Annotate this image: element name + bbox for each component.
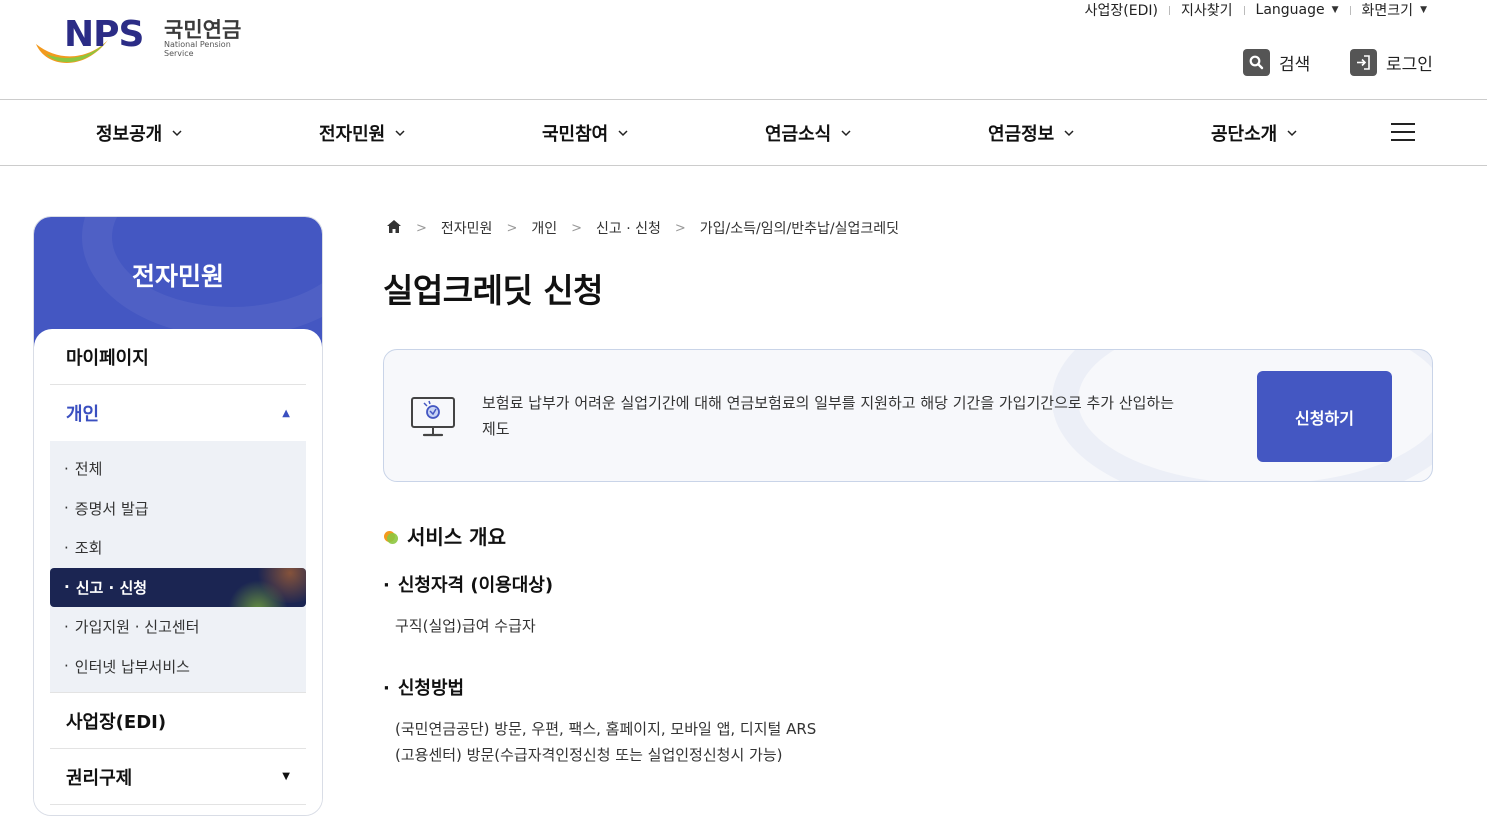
util-font-size-dropdown[interactable]: 화면크기 ▼ — [1362, 0, 1427, 20]
gnb-item-info-disclosure[interactable]: 정보공개 — [96, 100, 182, 165]
caret-up-icon: ▲ — [282, 407, 290, 419]
logo-name-en: National Pension Service — [164, 40, 231, 58]
page-title: 실업크레딧 신청 — [383, 271, 604, 310]
section-title: 서비스 개요 — [383, 521, 506, 550]
site-header: NPS 국민연금 National Pension Service 사업장(ED… — [0, 0, 1487, 100]
sidebar-subitem-label: 신고 · 신청 — [75, 578, 148, 597]
sidebar-subitem-report-apply[interactable]: · 신고 · 신청 — [50, 567, 306, 607]
breadcrumb-item[interactable]: 개인 — [531, 218, 557, 238]
gnb-item-pension-info[interactable]: 연금정보 — [988, 100, 1074, 165]
breadcrumb-item[interactable]: 신고 · 신청 — [596, 218, 661, 238]
service-description: 보험료 납부가 어려운 실업기간에 대해 연금보험료의 일부를 지원하고 해당 … — [482, 394, 1175, 438]
breadcrumb-current: 가입/소득/임의/반추납/실업크레딧 — [699, 221, 899, 237]
sidebar-item-label: 마이페이지 — [66, 347, 149, 369]
monitor-icon — [411, 397, 455, 437]
gnb-item-about[interactable]: 공단소개 — [1211, 100, 1297, 165]
util-divider — [1349, 5, 1351, 15]
gnb-item-label: 연금정보 — [988, 123, 1055, 145]
gnb-item-label: 연금소식 — [765, 123, 832, 145]
sidebar-menu: 마이페이지 개인 ▲ · 전체 · 증명서 발급 · 조회 · 신고 · 신청 · 가입지… — [34, 329, 322, 815]
sidebar-item-label: 개인 — [66, 404, 100, 425]
chevron-down-icon — [1287, 129, 1297, 136]
caret-down-icon: ▼ — [1420, 5, 1427, 15]
sidebar-subitem-all[interactable]: · 전체 — [50, 449, 306, 489]
gnb-item-label: 전자민원 — [319, 123, 386, 145]
util-branch-link[interactable]: 지사찾기 — [1181, 0, 1233, 20]
chevron-down-icon — [172, 129, 182, 136]
apply-button[interactable]: 신청하기 — [1257, 371, 1392, 462]
sidebar-subitem-label: 전체 — [74, 460, 103, 479]
login-button[interactable]: 로그인 — [1350, 49, 1433, 76]
gnb-item-news[interactable]: 연금소식 — [765, 100, 851, 165]
sidebar-title: 전자민원 — [131, 262, 224, 291]
gnb-item-label: 정보공개 — [96, 123, 163, 145]
sidebar-item-label: 권리구제 — [66, 767, 133, 789]
sidebar-subitem-label: 조회 — [74, 539, 103, 558]
hamburger-menu-icon[interactable] — [1391, 123, 1415, 141]
sidebar-subitem-label: 가입지원 · 신고센터 — [74, 618, 200, 637]
util-edi-link[interactable]: 사업장(EDI) — [1085, 0, 1158, 20]
chevron-down-icon — [841, 129, 851, 136]
sidebar-subitem-certificate[interactable]: · 증명서 발급 — [50, 489, 306, 529]
main-navigation: 정보공개 전자민원 국민참여 연금소식 연금정보 공단소개 — [0, 100, 1487, 166]
sidebar-header: 전자민원 — [34, 217, 322, 347]
chevron-down-icon — [618, 129, 628, 136]
sidebar-item-label: 사업장(EDI) — [66, 711, 167, 733]
sidebar-item-rights-relief[interactable]: 권리구제 ▼ — [50, 749, 306, 805]
sidebar-subitem-label: 증명서 발급 — [74, 499, 149, 518]
util-language-label: Language — [1255, 2, 1325, 18]
util-divider — [1243, 5, 1245, 15]
section-bullet-icon — [383, 528, 399, 544]
utility-menu: 사업장(EDI) 지사찾기 Language ▼ 화면크기 ▼ — [1085, 0, 1427, 20]
search-button[interactable]: 검색 — [1243, 49, 1310, 76]
chevron-down-icon — [395, 129, 405, 136]
service-summary-box: 보험료 납부가 어려운 실업기간에 대해 연금보험료의 일부를 지원하고 해당 … — [383, 349, 1433, 482]
search-label: 검색 — [1279, 55, 1311, 75]
chevron-down-icon — [1064, 129, 1074, 136]
caret-down-icon: ▼ — [282, 771, 290, 782]
search-icon — [1243, 49, 1270, 76]
home-icon[interactable] — [386, 219, 402, 238]
chevron-right-icon: > — [416, 220, 427, 236]
breadcrumb: > 전자민원 > 개인 > 신고 · 신청 > 가입/소득/임의/반추납/실업크… — [386, 218, 899, 238]
gnb-item-participation[interactable]: 국민참여 — [542, 100, 628, 165]
sidebar-subitem-support-center[interactable]: · 가입지원 · 신고센터 — [50, 607, 306, 647]
gnb-item-e-civil[interactable]: 전자민원 — [319, 100, 405, 165]
method-text: (국민연금공단) 방문, 우편, 팩스, 홈페이지, 모바일 앱, 디지털 AR… — [395, 720, 817, 764]
login-icon — [1350, 49, 1377, 76]
sidebar-subitem-inquiry[interactable]: · 조회 — [50, 528, 306, 568]
sidebar-subitem-label: 인터넷 납부서비스 — [74, 657, 190, 676]
eligibility-text: 구직(실업)급여 수급자 — [395, 617, 536, 635]
breadcrumb-item[interactable]: 전자민원 — [441, 218, 493, 238]
sidebar-item-mypage[interactable]: 마이페이지 — [50, 329, 306, 385]
logo-mark: NPS — [64, 14, 144, 55]
sidebar-item-edi[interactable]: 사업장(EDI) — [50, 693, 306, 749]
util-divider — [1169, 5, 1170, 15]
login-label: 로그인 — [1386, 55, 1433, 75]
util-language-dropdown[interactable]: Language ▼ — [1256, 2, 1339, 18]
site-logo[interactable]: NPS 국민연금 National Pension Service — [32, 14, 262, 76]
side-navigation: 전자민원 마이페이지 개인 ▲ · 전체 · 증명서 발급 · 조회 · 신고 · 신청… — [33, 216, 323, 816]
sidebar-subitem-internet-payment[interactable]: · 인터넷 납부서비스 — [50, 647, 306, 687]
gnb-item-label: 공단소개 — [1211, 123, 1278, 145]
sidebar-item-personal[interactable]: 개인 ▲ — [50, 385, 306, 441]
util-font-size-label: 화면크기 — [1361, 3, 1414, 19]
method-heading: · 신청방법 — [383, 678, 465, 699]
chevron-right-icon: > — [674, 220, 686, 236]
chevron-right-icon: > — [571, 220, 583, 236]
chevron-right-icon: > — [506, 220, 518, 236]
sidebar-submenu: · 전체 · 증명서 발급 · 조회 · 신고 · 신청 · 가입지원 · 신고센터 · 인… — [50, 441, 306, 693]
eligibility-heading: · 신청자격 (이용대상) — [383, 575, 554, 596]
caret-down-icon: ▼ — [1331, 5, 1339, 15]
gnb-item-label: 국민참여 — [542, 123, 609, 145]
